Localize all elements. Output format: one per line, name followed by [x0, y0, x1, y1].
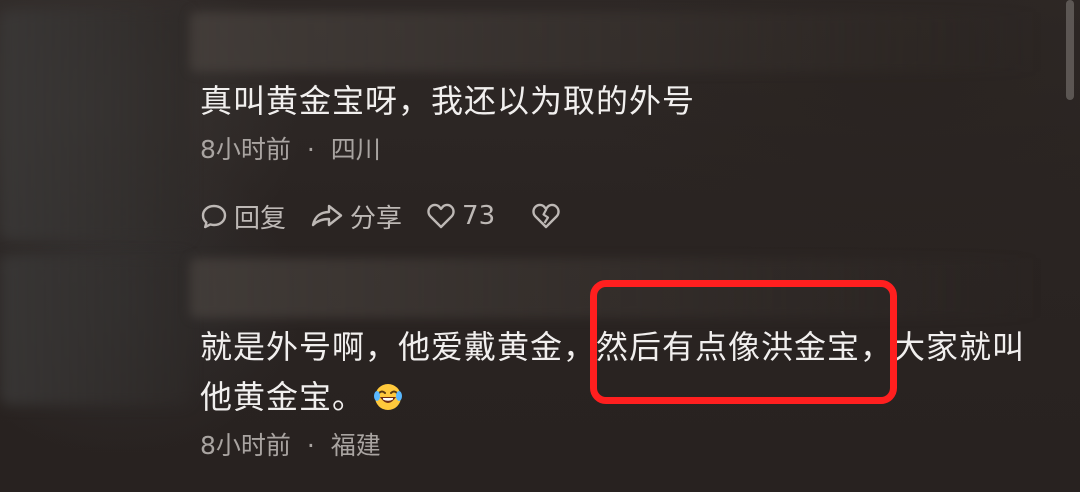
share-icon: [310, 202, 344, 230]
blurred-username: [190, 12, 1040, 72]
reply-label: 回复: [234, 203, 287, 234]
comment-screen: 真叫黄金宝呀，我还以为取的外号 8小时前 · 四川 回复 分享 73 就是外号啊…: [0, 0, 1080, 492]
reply-button[interactable]: 回复: [200, 198, 286, 235]
red-highlight-box: [590, 280, 897, 404]
share-button[interactable]: 分享: [310, 198, 402, 235]
comment-time: 8小时前: [200, 135, 291, 164]
laughing-tears-emoji-icon: [373, 376, 403, 410]
comment-item: 真叫黄金宝呀，我还以为取的外号 8小时前 · 四川 回复 分享 73: [200, 76, 1040, 236]
meta-separator: ·: [306, 431, 315, 460]
heart-icon: [426, 202, 456, 230]
comment-meta: 8小时前 · 福建: [200, 426, 1040, 466]
blurred-avatar: [0, 10, 190, 240]
like-count: 73: [462, 201, 496, 231]
comment-text: 真叫黄金宝呀，我还以为取的外号: [200, 82, 696, 120]
share-label: 分享: [350, 203, 403, 234]
scrollbar[interactable]: [1066, 0, 1074, 100]
like-button[interactable]: 73: [426, 201, 495, 231]
comment-time: 8小时前: [200, 431, 291, 460]
blurred-avatar: [0, 255, 190, 405]
comment-text-line: 他黄金宝。: [200, 378, 366, 416]
comment-location: 四川: [330, 135, 381, 164]
comment-actions: 回复 分享 73: [200, 196, 1040, 236]
broken-heart-icon: [531, 202, 561, 230]
comment-location: 福建: [330, 431, 381, 460]
dislike-button[interactable]: [531, 202, 561, 230]
comment-meta: 8小时前 · 四川: [200, 130, 1040, 170]
reply-icon: [200, 202, 228, 230]
meta-separator: ·: [306, 135, 315, 164]
